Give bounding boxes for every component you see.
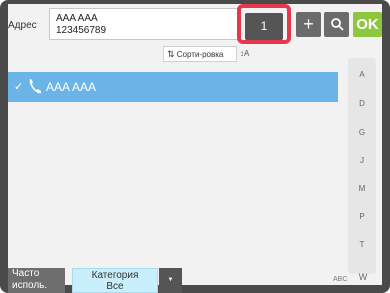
- address-label: Адрес: [8, 20, 37, 31]
- index-j[interactable]: J: [348, 156, 376, 165]
- plus-icon: +: [303, 14, 314, 34]
- address-number: 123456789: [56, 25, 107, 36]
- category-value: Все: [106, 281, 124, 292]
- index-a[interactable]: A: [348, 70, 376, 79]
- ok-button[interactable]: OK: [353, 12, 382, 37]
- check-icon: ✓: [14, 81, 24, 93]
- sort-label: Сорти-ровка: [176, 50, 224, 59]
- sort-az-label: A: [244, 49, 250, 58]
- device-frame: Адрес AAA AAA 123456789 1 + OK ⇅ Сорти-р…: [0, 0, 390, 293]
- add-button[interactable]: +: [296, 12, 321, 37]
- category-button[interactable]: Категория Все: [72, 268, 158, 293]
- sort-row: ⇅ Сорти-ровка ↕A: [163, 46, 263, 64]
- list-item-name: AAA AAA: [46, 80, 97, 94]
- index-p[interactable]: P: [348, 212, 376, 221]
- list-item[interactable]: ✓ AAA AAA: [8, 72, 338, 102]
- index-d[interactable]: D: [348, 99, 376, 108]
- address-name: AAA AAA: [56, 13, 98, 24]
- address-list: ✓ AAA AAA: [8, 68, 338, 258]
- count-highlight: 1: [237, 4, 291, 44]
- frequent-label-line1: Часто: [12, 268, 40, 279]
- top-bar: Адрес AAA AAA 123456789 1 + OK: [8, 4, 382, 44]
- search-button[interactable]: [324, 12, 349, 37]
- index-g[interactable]: G: [348, 128, 376, 137]
- sort-arrows-icon: ⇅: [167, 49, 175, 59]
- index-w[interactable]: W: [353, 272, 373, 282]
- phone-icon: [29, 79, 41, 94]
- bottom-bar: Часто исполь. Категория Все ▼ ABC W: [8, 264, 382, 293]
- category-dropdown-button[interactable]: ▼: [159, 268, 182, 293]
- destination-count-button[interactable]: 1: [245, 13, 283, 40]
- address-field[interactable]: AAA AAA 123456789: [49, 8, 239, 40]
- frequent-label-line2: исполь.: [12, 280, 48, 291]
- search-icon: [330, 18, 344, 31]
- sort-az-button[interactable]: ↕A: [240, 46, 260, 62]
- index-t[interactable]: T: [348, 240, 376, 249]
- index-bar: A D G J M P T: [348, 58, 376, 274]
- sort-button[interactable]: ⇅ Сорти-ровка: [163, 46, 237, 62]
- index-m[interactable]: M: [348, 184, 376, 193]
- frequent-use-button[interactable]: Часто исполь.: [8, 268, 65, 293]
- chevron-down-icon: ▼: [167, 277, 174, 283]
- category-label: Категория: [91, 270, 139, 281]
- abc-button[interactable]: ABC: [333, 276, 347, 283]
